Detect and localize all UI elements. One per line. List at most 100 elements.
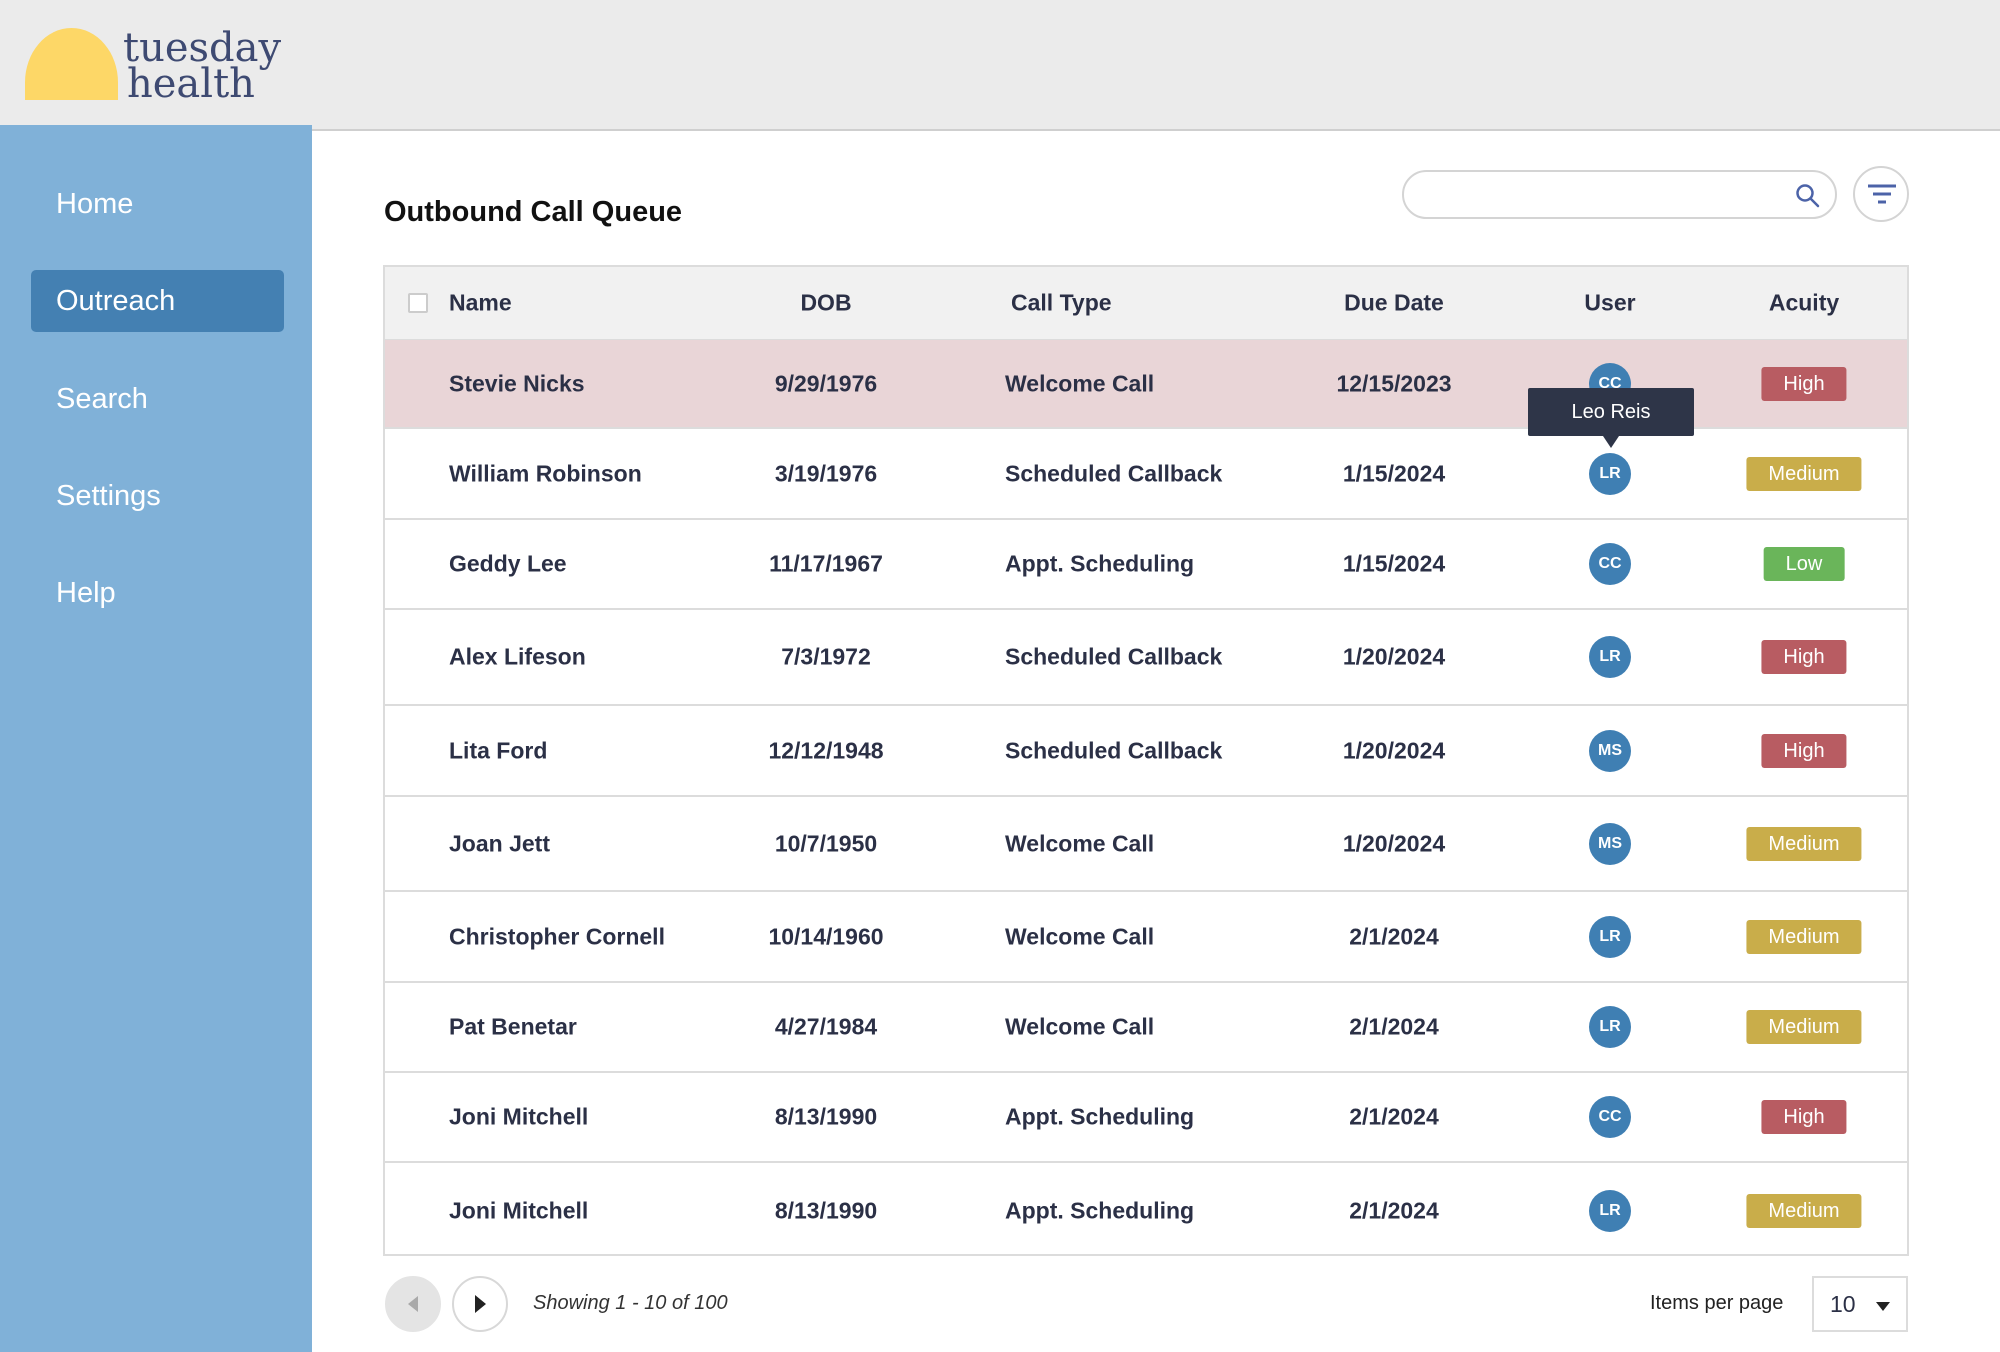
- cell-due-date: 2/1/2024: [1349, 1103, 1439, 1130]
- user-avatar[interactable]: LR: [1589, 452, 1631, 495]
- chevron-right-icon: [475, 1295, 486, 1313]
- table-row[interactable]: Christopher Cornell 10/14/1960 Welcome Cal…: [385, 892, 1907, 983]
- cell-name: Joni Mitchell: [449, 1103, 589, 1130]
- filter-button[interactable]: [1853, 166, 1909, 222]
- cell-due-date: 2/1/2024: [1349, 1197, 1439, 1223]
- acuity-badge: High: [1761, 733, 1847, 768]
- items-per-page-select[interactable]: 10: [1812, 1276, 1908, 1332]
- cell-dob: 7/3/1972: [781, 643, 871, 670]
- cell-name: Lita Ford: [449, 737, 548, 763]
- column-header-acuity[interactable]: Acuity: [1769, 290, 1839, 317]
- acuity-badge: Medium: [1746, 456, 1862, 491]
- cell-call-type: Welcome Call: [1005, 830, 1155, 856]
- table-row[interactable]: William Robinson 3/19/1976 Scheduled Callb…: [385, 429, 1907, 520]
- cell-dob: 9/29/1976: [774, 370, 878, 396]
- cell-acuity: Medium: [1746, 1193, 1862, 1228]
- cell-acuity: High: [1761, 1100, 1847, 1134]
- cell-call-type: Appt. Scheduling: [1005, 1197, 1195, 1223]
- cell-due-date: 2/1/2024: [1349, 1013, 1439, 1040]
- user-avatar[interactable]: CC: [1589, 543, 1631, 585]
- cell-acuity: High: [1761, 366, 1847, 401]
- sidebar-item-home[interactable]: Home: [31, 173, 284, 235]
- cell-call-type: Scheduled Callback: [1005, 737, 1223, 763]
- column-header-user[interactable]: User: [1584, 290, 1635, 317]
- cell-call-type: Welcome Call: [1005, 923, 1155, 949]
- table-row[interactable]: Joni Mitchell 8/13/1990 Appt. Scheduling 2/…: [385, 1073, 1907, 1163]
- cell-dob: 4/27/1984: [774, 1013, 878, 1040]
- select-all-checkbox[interactable]: [408, 293, 428, 313]
- sidebar: Home Outreach Search Settings Help: [0, 125, 312, 1352]
- cell-acuity: High: [1761, 733, 1847, 768]
- user-tooltip: Leo Reis: [1528, 388, 1694, 448]
- page-title: Outbound Call Queue: [384, 196, 683, 228]
- acuity-badge: Medium: [1746, 1010, 1862, 1044]
- cell-acuity: Medium: [1746, 1010, 1862, 1044]
- cell-acuity: Medium: [1746, 826, 1862, 861]
- cell-name: Stevie Nicks: [449, 370, 585, 396]
- table-row[interactable]: Joan Jett 10/7/1950 Welcome Call 1/20/2024 M…: [385, 797, 1907, 892]
- user-avatar[interactable]: LR: [1589, 1006, 1631, 1048]
- cell-call-type: Welcome Call: [1005, 1013, 1155, 1040]
- cell-dob: 12/12/1948: [768, 737, 884, 763]
- sidebar-item-outreach[interactable]: Outreach: [31, 270, 284, 332]
- search-icon[interactable]: [1795, 183, 1821, 209]
- sun-logo-icon: [25, 28, 118, 100]
- cell-call-type: Scheduled Callback: [1005, 460, 1223, 486]
- search-box[interactable]: [1402, 170, 1837, 219]
- cell-acuity: Medium: [1746, 456, 1862, 491]
- cell-dob: 3/19/1976: [774, 460, 878, 486]
- cell-acuity: Low: [1763, 547, 1845, 581]
- cell-name: William Robinson: [449, 460, 642, 486]
- next-page-button[interactable]: [452, 1276, 508, 1332]
- items-per-page-label: Items per page: [1650, 1292, 1784, 1314]
- user-avatar[interactable]: CC: [1589, 1096, 1631, 1138]
- search-input[interactable]: [1424, 172, 1784, 217]
- acuity-badge: High: [1761, 366, 1847, 401]
- table-row[interactable]: Alex Lifeson 7/3/1972 Scheduled Callback 1/…: [385, 610, 1907, 706]
- column-header-name[interactable]: Name: [449, 290, 512, 317]
- user-avatar[interactable]: LR: [1589, 1189, 1631, 1232]
- caret-down-icon: [1876, 1302, 1890, 1311]
- cell-call-type: Appt. Scheduling: [1005, 550, 1195, 577]
- table-row[interactable]: Lita Ford 12/12/1948 Scheduled Callback 1/2…: [385, 706, 1907, 797]
- previous-page-button[interactable]: [385, 1276, 441, 1332]
- table-row[interactable]: Joni Mitchell 8/13/1990 Appt. Scheduling 2/…: [385, 1163, 1907, 1258]
- cell-call-type: Scheduled Callback: [1005, 643, 1223, 670]
- user-avatar[interactable]: LR: [1589, 915, 1631, 958]
- cell-due-date: 1/20/2024: [1342, 643, 1446, 670]
- cell-dob: 10/7/1950: [774, 830, 878, 856]
- cell-acuity: High: [1761, 640, 1847, 674]
- chevron-left-icon: [408, 1296, 418, 1312]
- cell-dob: 8/13/1990: [774, 1103, 878, 1130]
- sidebar-item-settings[interactable]: Settings: [31, 465, 284, 527]
- acuity-badge: Low: [1763, 547, 1845, 581]
- cell-name: Joan Jett: [449, 830, 550, 856]
- sidebar-item-search[interactable]: Search: [31, 368, 284, 430]
- cell-name: Geddy Lee: [449, 550, 567, 577]
- sidebar-item-help[interactable]: Help: [31, 562, 284, 624]
- acuity-badge: High: [1761, 1100, 1847, 1134]
- column-header-due-date[interactable]: Due Date: [1344, 290, 1444, 317]
- user-avatar[interactable]: MS: [1589, 729, 1631, 772]
- filter-icon: [1868, 184, 1896, 204]
- acuity-badge: Medium: [1746, 1193, 1862, 1228]
- items-per-page-value: 10: [1830, 1291, 1856, 1317]
- column-header-call-type[interactable]: Call Type: [1011, 290, 1112, 317]
- cell-due-date: 12/15/2023: [1336, 370, 1452, 396]
- acuity-badge: Medium: [1746, 826, 1862, 861]
- pagination-status: Showing 1 - 10 of 100: [533, 1292, 728, 1314]
- table-row[interactable]: Geddy Lee 11/17/1967 Appt. Scheduling 1/15/…: [385, 520, 1907, 610]
- logo-text-line2: health: [127, 61, 255, 107]
- cell-dob: 10/14/1960: [768, 923, 884, 949]
- user-avatar[interactable]: LR: [1589, 636, 1631, 678]
- cell-due-date: 1/20/2024: [1342, 830, 1446, 856]
- cell-due-date: 2/1/2024: [1349, 923, 1439, 949]
- user-avatar[interactable]: MS: [1589, 822, 1631, 865]
- cell-call-type: Appt. Scheduling: [1005, 1103, 1195, 1130]
- acuity-badge: Medium: [1746, 919, 1862, 954]
- cell-name: Joni Mitchell: [449, 1197, 589, 1223]
- column-header-dob[interactable]: DOB: [800, 290, 851, 317]
- cell-name: Pat Benetar: [449, 1013, 577, 1040]
- table-row[interactable]: Pat Benetar 4/27/1984 Welcome Call 2/1/2024…: [385, 983, 1907, 1073]
- cell-due-date: 1/15/2024: [1342, 550, 1446, 577]
